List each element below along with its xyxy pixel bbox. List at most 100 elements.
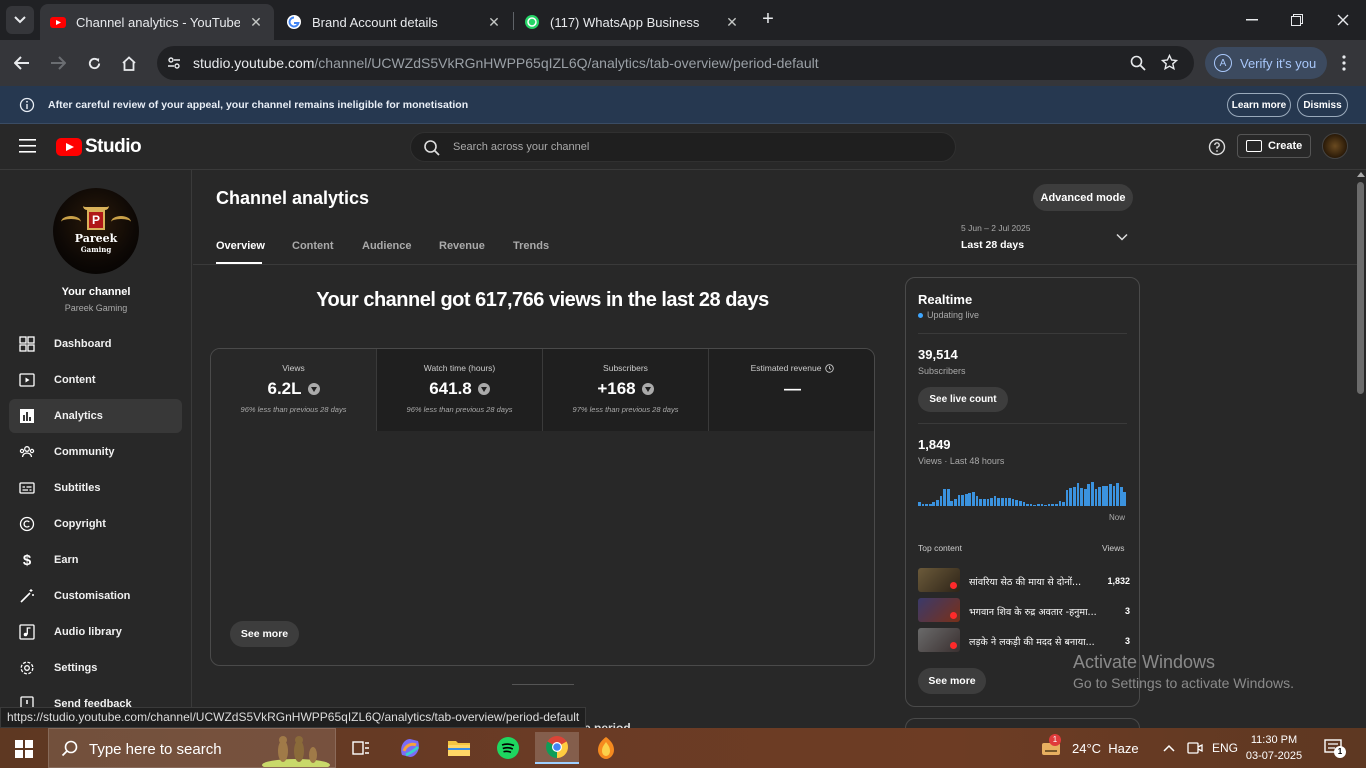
tab-audience[interactable]: Audience <box>362 240 412 252</box>
bookmark-star-icon[interactable] <box>1161 54 1178 71</box>
realtime-see-more-button[interactable]: See more <box>918 668 986 694</box>
see-more-button[interactable]: See more <box>230 621 299 647</box>
content-icon <box>19 372 35 388</box>
address-bar[interactable]: studio.youtube.com/channel/UCWZdS5VkRGnH… <box>157 46 1194 80</box>
sidebar-item-label: Subtitles <box>54 482 101 494</box>
verify-profile-button[interactable]: A Verify it's you <box>1205 47 1327 79</box>
views-bar <box>1058 501 1062 506</box>
close-tab-icon[interactable]: ✕ <box>486 14 502 30</box>
language-indicator[interactable]: ENG <box>1212 728 1238 768</box>
reload-icon <box>88 57 100 69</box>
fl-studio-app[interactable] <box>584 732 628 764</box>
close-tab-icon[interactable]: ✕ <box>248 14 264 30</box>
home-button[interactable] <box>118 52 140 74</box>
sidebar-item-customisation[interactable]: Customisation <box>9 579 182 613</box>
arrow-left-icon <box>14 56 29 70</box>
close-window-button[interactable] <box>1331 8 1355 32</box>
tab-overview[interactable]: Overview <box>216 240 265 252</box>
file-explorer-app[interactable] <box>437 732 481 764</box>
metric-views[interactable]: Views 6.2L 96% less than previous 28 day… <box>211 349 377 431</box>
top-content-row[interactable]: सांवरिया सेठ की माया से दोनों... 1,832 <box>918 568 1130 594</box>
sidebar-item-settings[interactable]: Settings <box>9 651 182 685</box>
sidebar-item-label: Community <box>54 446 115 458</box>
period-dates: 5 Jun – 2 Jul 2025 <box>961 223 1031 233</box>
see-live-count-button[interactable]: See live count <box>918 387 1008 412</box>
logo-text: Studio <box>85 136 142 157</box>
dismiss-button[interactable]: Dismiss <box>1297 93 1348 117</box>
create-video-icon <box>1246 140 1262 152</box>
advanced-mode-button[interactable]: Advanced mode <box>1033 184 1133 211</box>
top-content-row[interactable]: लड़के ने लकड़ी की मदद से बनाया... 3 <box>918 628 1130 654</box>
notification-center-button[interactable]: 1 <box>1324 728 1346 768</box>
windows-taskbar: Type here to search 1 24°C Haze ENG 11:3… <box>0 728 1366 768</box>
views-bar <box>1000 497 1004 506</box>
tab-revenue[interactable]: Revenue <box>439 240 485 252</box>
close-tab-icon[interactable]: ✕ <box>724 14 740 30</box>
metric-estimated-revenue[interactable]: Estimated revenue — <box>709 349 874 431</box>
site-info-icon[interactable] <box>166 55 182 71</box>
new-tab-button[interactable]: + <box>758 9 778 30</box>
sidebar-item-copyright[interactable]: Copyright <box>9 507 182 541</box>
zoom-icon[interactable] <box>1130 55 1146 71</box>
sidebar-item-dashboard[interactable]: Dashboard <box>9 327 182 361</box>
chrome-app[interactable] <box>535 732 579 764</box>
sidebar-item-community[interactable]: Community <box>9 435 182 469</box>
tab-title: Channel analytics - YouTube Studio <box>76 14 240 30</box>
search-placeholder: Search across your channel <box>453 141 590 153</box>
browser-tab-youtube-studio[interactable]: Channel analytics - YouTube Studio ✕ <box>40 4 274 40</box>
taskbar-search-box[interactable]: Type here to search <box>48 728 336 768</box>
views-bar <box>972 491 975 506</box>
youtube-icon <box>50 17 66 28</box>
minimize-button[interactable] <box>1240 8 1264 32</box>
sidebar-item-subtitles[interactable]: Subtitles <box>9 471 182 505</box>
video-views: 3 <box>1124 636 1130 646</box>
sidebar-item-earn[interactable]: $ Earn <box>9 543 182 577</box>
menu-icon[interactable] <box>19 139 37 153</box>
forward-button[interactable] <box>47 52 69 74</box>
create-button[interactable]: Create <box>1237 134 1311 158</box>
scrollbar-thumb[interactable] <box>1357 182 1364 394</box>
restore-button[interactable] <box>1285 8 1309 32</box>
browser-menu-button[interactable] <box>1333 52 1355 74</box>
tab-content[interactable]: Content <box>292 240 334 252</box>
info-icon <box>19 97 35 113</box>
page-title: Channel analytics <box>216 188 370 208</box>
account-avatar[interactable] <box>1322 133 1348 159</box>
meet-now-button[interactable] <box>1187 728 1203 768</box>
top-content-label: Top content <box>918 543 962 553</box>
views-bar <box>1072 486 1076 506</box>
show-hidden-icons-button[interactable] <box>1163 728 1175 768</box>
task-view-icon <box>352 741 369 755</box>
metric-subscribers[interactable]: Subscribers +168 97% less than previous … <box>543 349 709 431</box>
windows-start-icon[interactable] <box>15 740 33 758</box>
metric-watch-time[interactable]: Watch time (hours) 641.8 96% less than p… <box>377 349 543 431</box>
tab-trends[interactable]: Trends <box>513 240 549 252</box>
reload-button[interactable] <box>83 52 105 74</box>
channel-avatar[interactable]: P Pareek Gaming <box>53 188 139 274</box>
settings-icon <box>19 660 35 676</box>
views-bar <box>1029 503 1033 506</box>
learn-more-button[interactable]: Learn more <box>1227 93 1291 117</box>
task-view-button[interactable] <box>339 732 383 764</box>
back-button[interactable] <box>11 52 33 74</box>
weather-widget[interactable]: 1 24°C Haze <box>1040 728 1139 768</box>
weather-text: 24°C Haze <box>1072 740 1139 756</box>
tab-search-button[interactable] <box>6 6 34 34</box>
your-channel-label: Your channel <box>61 286 131 298</box>
copilot-app[interactable] <box>388 732 432 764</box>
help-icon[interactable] <box>1208 138 1226 156</box>
spotify-app[interactable] <box>486 732 530 764</box>
date-range-selector[interactable]: 5 Jun – 2 Jul 2025 Last 28 days <box>961 223 1131 251</box>
customisation-icon <box>19 588 35 604</box>
scroll-up-arrow[interactable] <box>1357 172 1365 177</box>
studio-logo[interactable]: Studio <box>56 136 142 158</box>
sidebar-item-analytics[interactable]: Analytics <box>9 399 182 433</box>
channel-search-input[interactable]: Search across your channel <box>410 132 956 162</box>
sidebar-item-audio-library[interactable]: Audio library <box>9 615 182 649</box>
top-content-row[interactable]: भगवान शिव के रुद्र अवतार -हनुमा... 3 <box>918 598 1130 624</box>
browser-tab-brand-account[interactable]: Brand Account details ✕ <box>276 4 512 40</box>
browser-tab-whatsapp[interactable]: (117) WhatsApp Business ✕ <box>514 4 750 40</box>
taskbar-clock[interactable]: 11:30 PM 03-07-2025 <box>1244 732 1304 764</box>
views-bar <box>1051 503 1055 506</box>
sidebar-item-content[interactable]: Content <box>9 363 182 397</box>
